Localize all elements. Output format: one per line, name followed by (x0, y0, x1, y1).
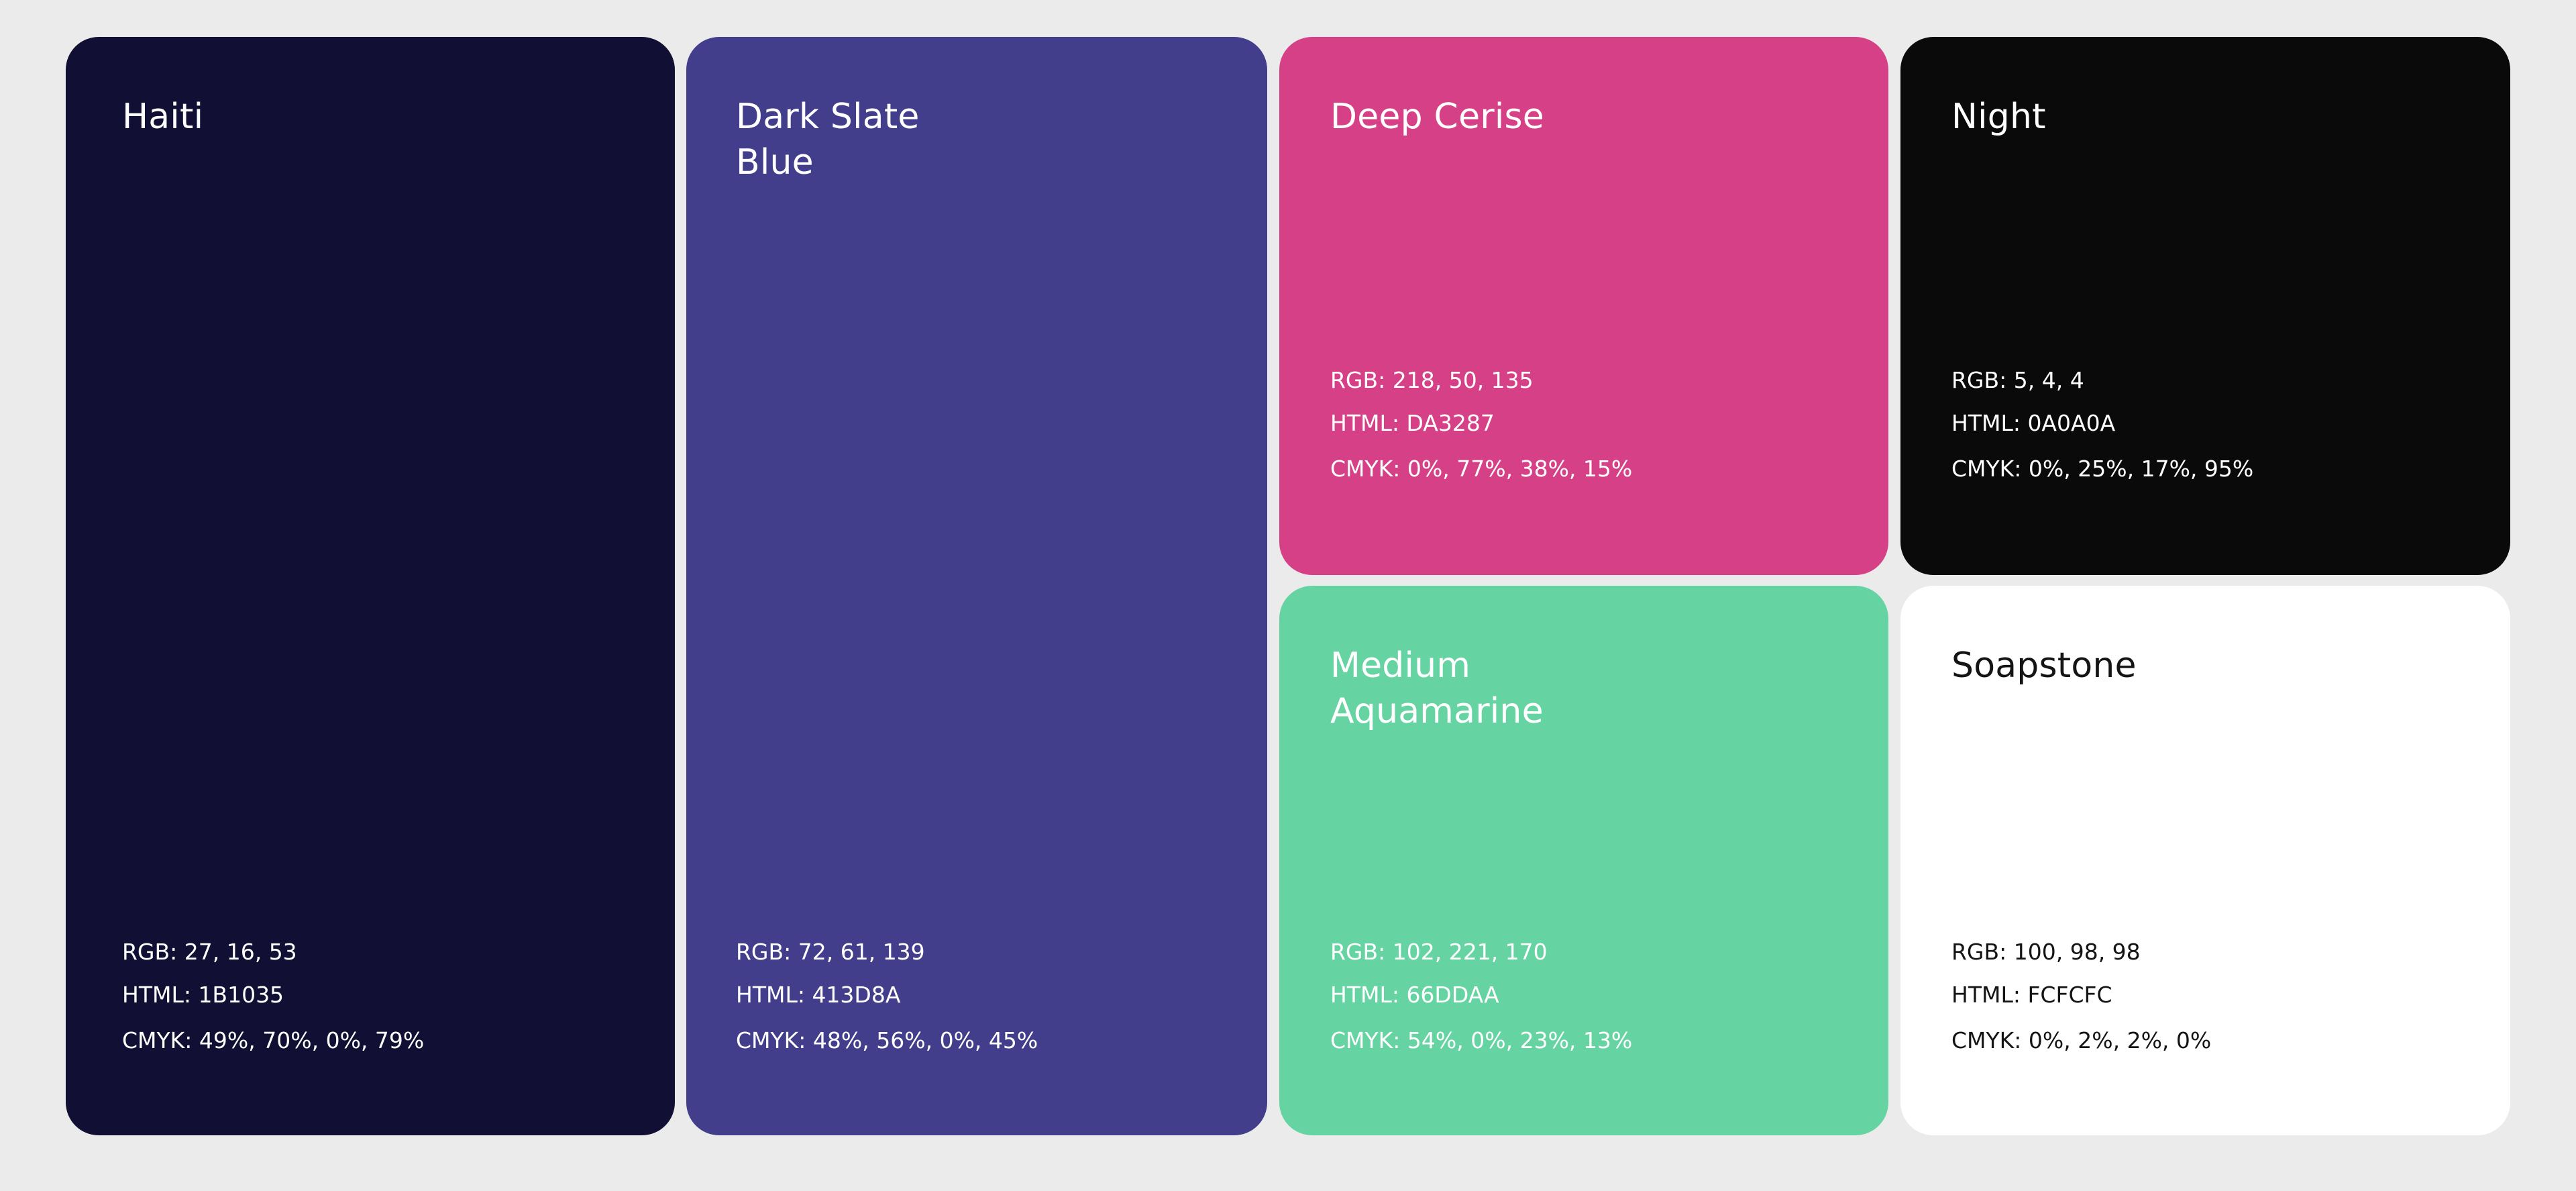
swatch-cmyk-value: CMYK: 0%, 25%, 17%, 95% (1951, 456, 2254, 482)
swatch-rgb-value: RGB: 72, 61, 139 (736, 939, 925, 965)
swatch-html-value: HTML: 0A0A0A (1951, 410, 2116, 436)
swatch-card-medium-aquamarine: Medium Aquamarine RGB: 102, 221, 170 HTM… (1279, 586, 1888, 1135)
swatch-card-night: Night RGB: 5, 4, 4 HTML: 0A0A0A CMYK: 0%… (1900, 37, 2510, 575)
swatch-html-value: HTML: DA3287 (1330, 410, 1495, 436)
swatch-card-dark-slate-blue: Dark Slate Blue RGB: 72, 61, 139 HTML: 4… (686, 37, 1267, 1135)
swatch-cmyk-value: CMYK: 0%, 2%, 2%, 0% (1951, 1027, 2212, 1053)
swatch-cmyk-value: CMYK: 49%, 70%, 0%, 79% (122, 1027, 425, 1053)
swatch-name: Dark Slate Blue (736, 97, 920, 183)
swatch-cmyk-value: CMYK: 54%, 0%, 23%, 13% (1330, 1027, 1633, 1053)
swatch-name: Soapstone (1951, 645, 2137, 686)
swatch-rgb-value: RGB: 100, 98, 98 (1951, 939, 2141, 965)
swatch-name: Haiti (122, 97, 204, 137)
swatch-html-value: HTML: 66DDAA (1330, 982, 1499, 1008)
swatch-card-haiti: Haiti RGB: 27, 16, 53 HTML: 1B1035 CMYK:… (66, 37, 675, 1135)
swatch-rgb-value: RGB: 27, 16, 53 (122, 939, 297, 965)
swatch-card-soapstone: Soapstone RGB: 100, 98, 98 HTML: FCFCFC … (1900, 586, 2510, 1135)
swatch-rgb-value: RGB: 5, 4, 4 (1951, 367, 2084, 393)
swatch-cmyk-value: CMYK: 0%, 77%, 38%, 15% (1330, 456, 1633, 482)
swatch-name: Deep Cerise (1330, 97, 1544, 137)
swatch-rgb-value: RGB: 218, 50, 135 (1330, 367, 1534, 393)
swatch-cmyk-value: CMYK: 48%, 56%, 0%, 45% (736, 1027, 1038, 1053)
swatch-card-deep-cerise: Deep Cerise RGB: 218, 50, 135 HTML: DA32… (1279, 37, 1888, 575)
swatch-name: Medium Aquamarine (1330, 645, 1544, 731)
swatch-name: Night (1951, 97, 2046, 137)
swatch-rgb-value: RGB: 102, 221, 170 (1330, 939, 1548, 965)
swatch-html-value: HTML: 413D8A (736, 982, 901, 1008)
swatch-html-value: HTML: 1B1035 (122, 982, 284, 1008)
swatch-html-value: HTML: FCFCFC (1951, 982, 2112, 1008)
